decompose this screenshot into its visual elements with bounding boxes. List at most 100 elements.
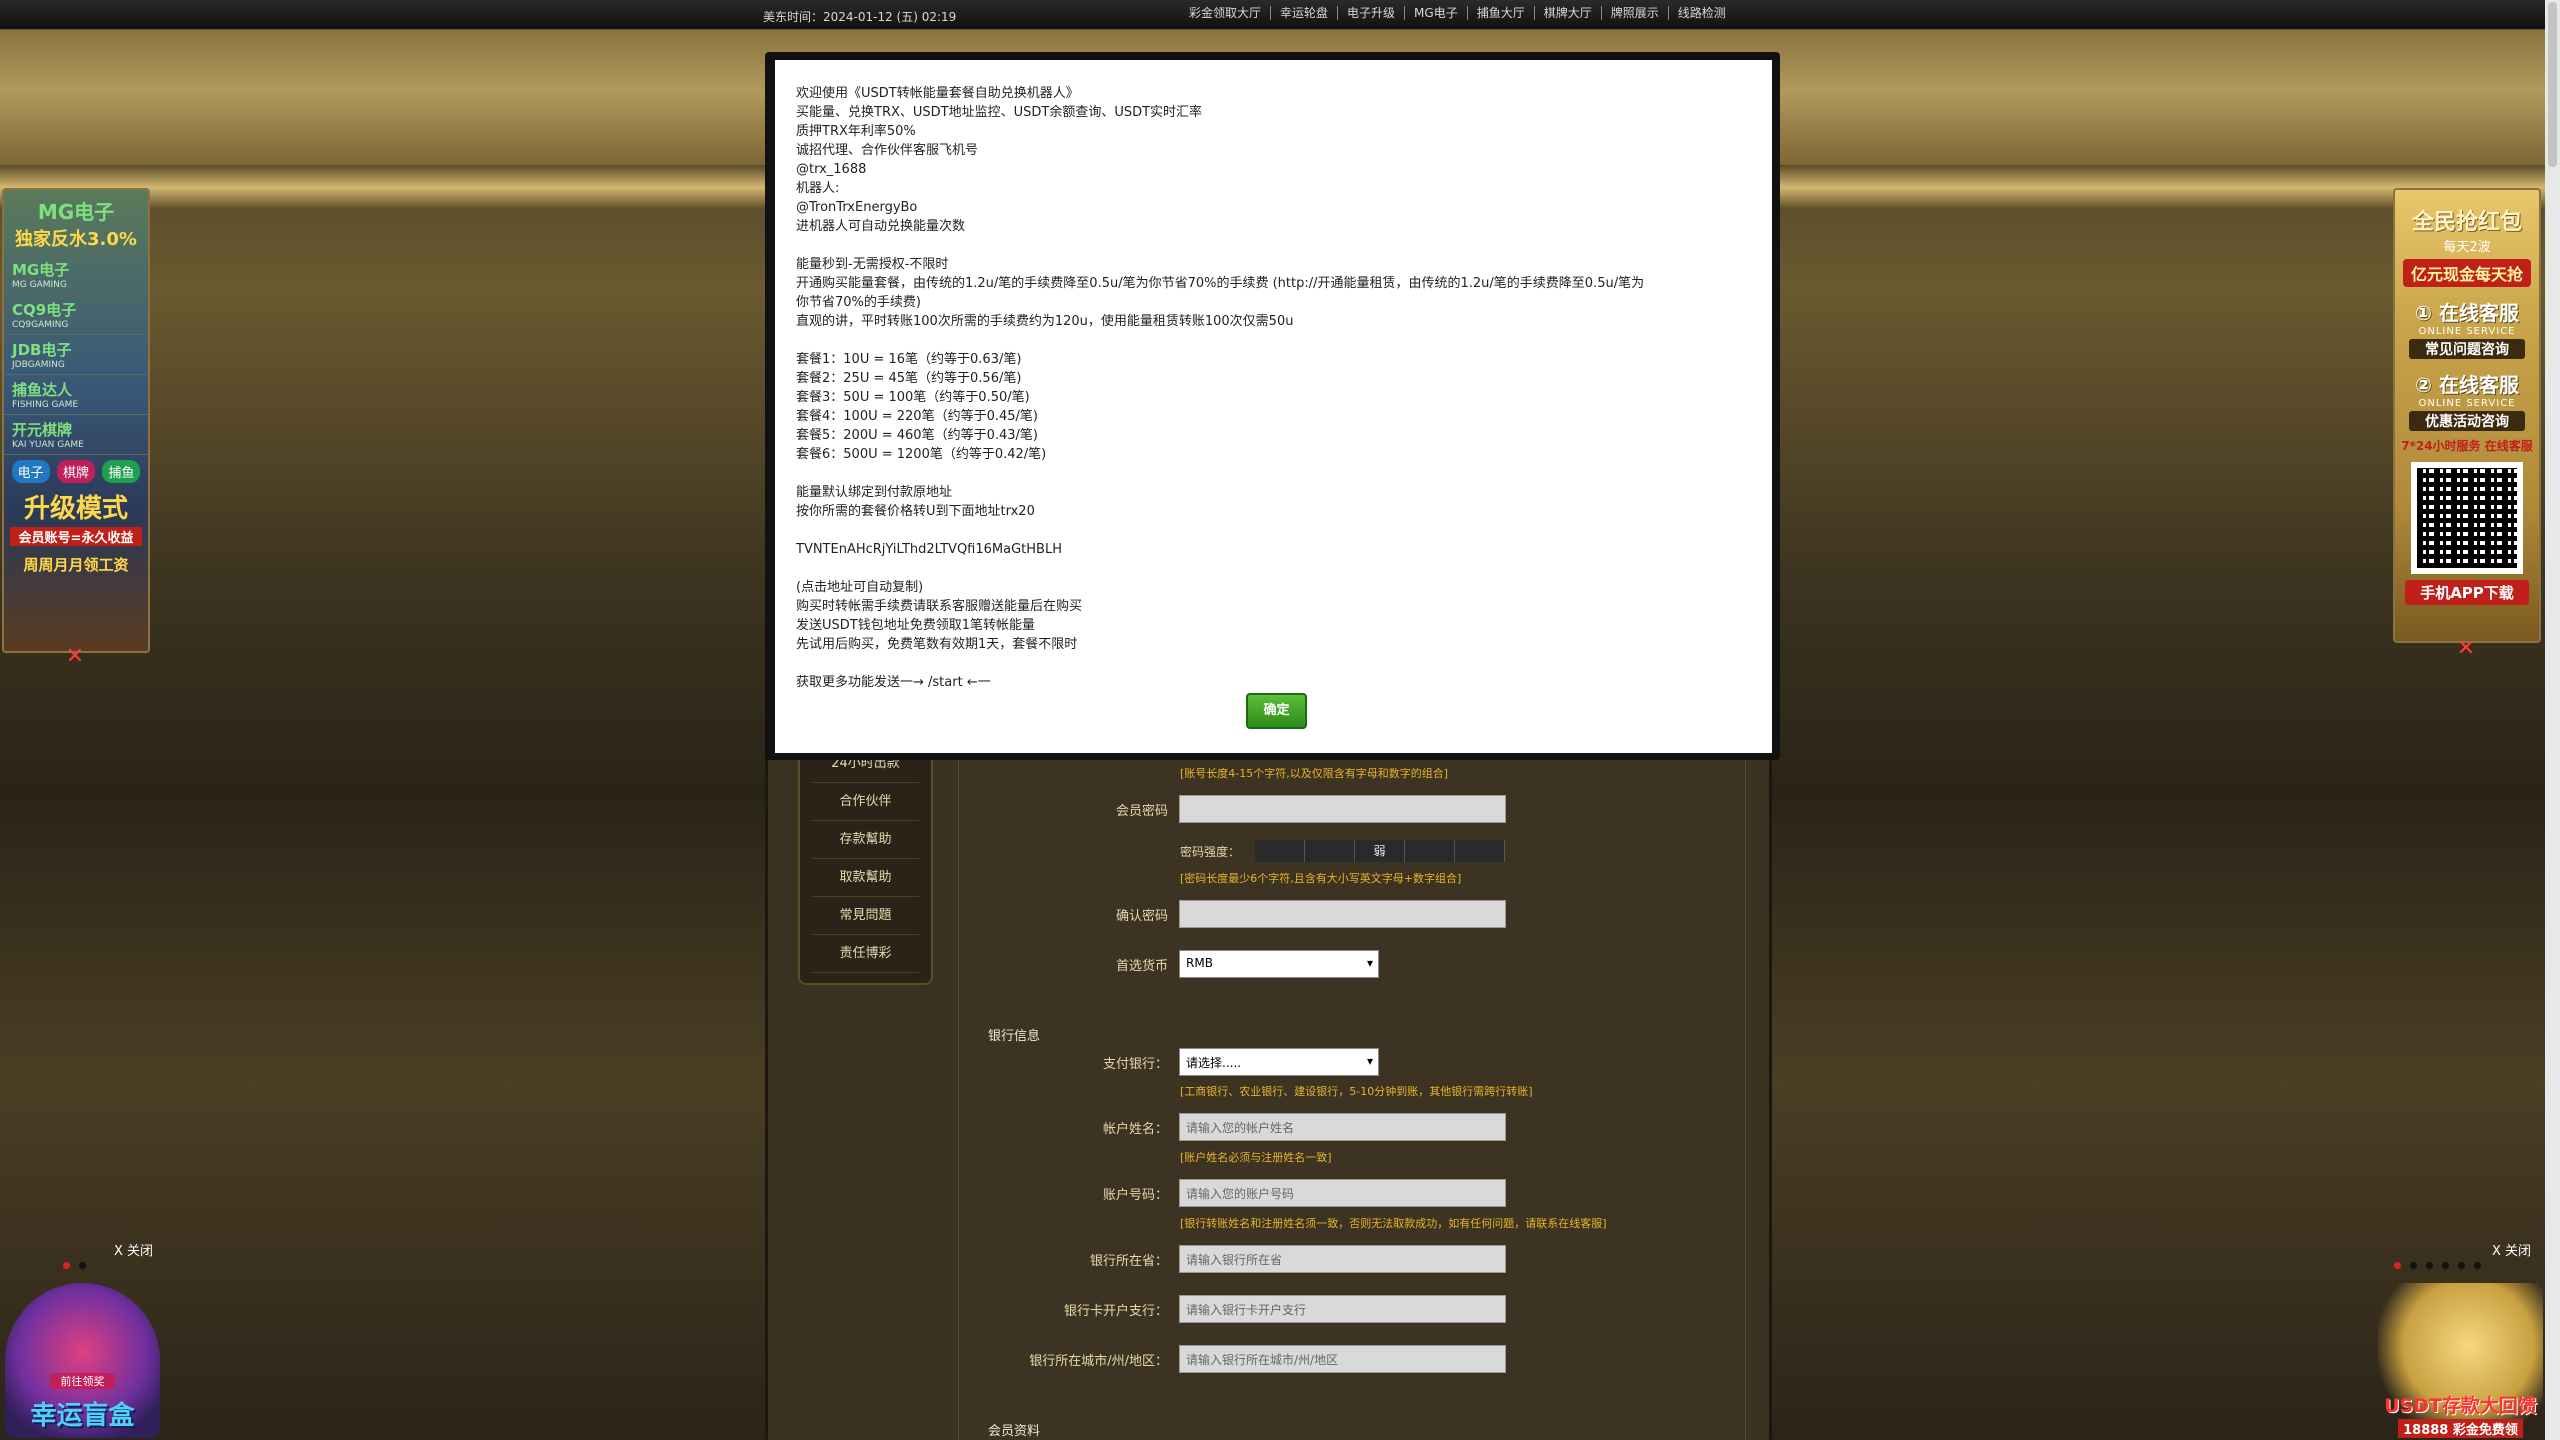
dialog-line: [796, 464, 1752, 483]
confirm-button[interactable]: 确定: [1246, 693, 1307, 729]
forever-income: 会员账号=永久收益: [10, 527, 142, 546]
dialog-line: 套餐3：50U = 100笔（约等于0.50/笔): [796, 390, 1030, 405]
top-nav-link[interactable]: MG电子: [1405, 6, 1468, 20]
dialog-line: 直观的讲，平时转账100次所需的手续费约为120u，使用能量租赁转账100次仅需…: [796, 314, 1294, 329]
account-number-field[interactable]: 请输入您的账户号码: [1179, 1179, 1506, 1207]
lucky-box-ad[interactable]: 前往领奖 幸运盲盒: [5, 1283, 160, 1438]
holder-label: 帐户姓名：: [1102, 1122, 1168, 1137]
top-nav-link[interactable]: 幸运轮盘: [1271, 6, 1339, 20]
dialog-line: [796, 331, 1752, 350]
dialog-line: 能量秒到-无需授权-不限时: [796, 257, 949, 272]
online-service-1[interactable]: ① 在线客服: [2395, 297, 2539, 326]
top-nav-link[interactable]: 线路检测: [1669, 6, 1735, 20]
dialog-line: 你节省70%的手续费): [796, 295, 921, 310]
dialog-line: 质押TRX年利率50%: [796, 124, 916, 139]
top-nav-link[interactable]: 棋牌大厅: [1535, 6, 1602, 20]
dialog-line: 套餐1：10U = 16笔（约等于0.63/笔): [796, 352, 1022, 367]
red-packet-sub: 每天2波: [2443, 240, 2491, 255]
confirm-password-label: 确认密码: [1115, 909, 1168, 924]
currency-select[interactable]: RMB: [1179, 950, 1379, 978]
float-left-game[interactable]: 捕鱼达人 FISHING GAME: [4, 375, 148, 415]
dialog-line: @TronTrxEnergyBo: [796, 200, 918, 215]
promo-consult[interactable]: 优惠活动咨询: [2409, 411, 2525, 431]
online-service-en: ONLINE SERVICE: [2418, 326, 2516, 337]
top-nav-link[interactable]: 电子升级: [1338, 6, 1406, 20]
menu-item-faq[interactable]: 常見問題: [812, 897, 919, 935]
top-nav-link[interactable]: 牌照展示: [1602, 6, 1669, 20]
dialog-line: 开通购买能量套餐，由传统的1.2u/笔的手续费降至0.5u/笔为你节省70%的手…: [796, 276, 1645, 291]
branch-field[interactable]: 请输入银行卡开户支行: [1179, 1295, 1506, 1323]
left-ad-pager[interactable]: [63, 1262, 86, 1269]
password-strength-meter: 弱: [1255, 840, 1505, 862]
province-label: 银行所在省：: [1089, 1254, 1168, 1269]
menu-item-partners[interactable]: 合作伙伴: [812, 783, 919, 821]
dialog-line: 购买时转帐需手续费请联系客服赠送能量后在购买: [796, 599, 1083, 614]
usdt-deposit-ad[interactable]: USDT存款大回馈 18888 彩金免费领: [2378, 1283, 2543, 1440]
menu-item-deposit-help[interactable]: 存款幫助: [812, 821, 919, 859]
bank-label: 支付银行：: [1102, 1057, 1168, 1072]
password-field[interactable]: [1179, 795, 1506, 823]
app-qr-code: [2411, 462, 2523, 574]
close-left-ad[interactable]: X 关闭: [114, 1240, 153, 1259]
dialog-line: [796, 559, 1752, 578]
province-field[interactable]: 请输入银行所在省: [1179, 1245, 1506, 1273]
lucky-box-button[interactable]: 前往领奖: [50, 1373, 115, 1389]
faq-consult[interactable]: 常见问题咨询: [2409, 339, 2525, 359]
float-left-game[interactable]: 开元棋牌 KAI YUAN GAME: [4, 415, 148, 455]
menu-item-withdraw-help[interactable]: 取款幫助: [812, 859, 919, 897]
red-packet-banner[interactable]: 亿元现金每天抢: [2403, 259, 2531, 287]
top-nav-link[interactable]: 捕鱼大厅: [1468, 6, 1535, 20]
registration-form: [958, 720, 1746, 1440]
currency-label: 首选货币: [1115, 959, 1168, 974]
right-ad-pager[interactable]: [2394, 1262, 2481, 1269]
city-field[interactable]: 请输入银行所在城市/州/地区: [1179, 1345, 1506, 1373]
page-scrollbar[interactable]: [2545, 0, 2560, 1440]
app-download-button[interactable]: 手机APP下载: [2405, 580, 2529, 605]
weekly-salary: 周周月月领工资: [23, 556, 129, 574]
confirm-password-field[interactable]: [1179, 900, 1506, 928]
dialog-line: 按你所需的套餐价格转U到下面地址trx20: [796, 504, 1035, 519]
account-number-hint: [银行转账姓名和注册姓名须一致，否则无法取款成功，如有任何问题，请联系在线客服]: [1180, 1217, 1607, 1230]
right-float-service[interactable]: 全民抢红包 每天2波 亿元现金每天抢 ① 在线客服 ONLINE SERVICE…: [2393, 188, 2541, 643]
strength-value: 弱: [1355, 840, 1405, 862]
dialog-line: 进机器人可自动兑换能量次数: [796, 219, 966, 234]
dialog-line: 欢迎使用《USDT转帐能量套餐自助兑换机器人》: [796, 86, 1079, 101]
menu-item-responsible-gaming[interactable]: 责任博彩: [812, 935, 919, 973]
dialog-line: 套餐6：500U = 1200笔（约等于0.42/笔): [796, 447, 1047, 462]
lucky-box-title: 幸运盲盒: [30, 1401, 135, 1431]
float-left-game[interactable]: CQ9电子 CQ9GAMING: [4, 295, 148, 335]
float-left-subtitle: 独家反水3.0%: [4, 225, 148, 255]
top-nav: 彩金领取大厅 幸运轮盘 电子升级 MG电子 捕鱼大厅 棋牌大厅 牌照展示 线路检…: [1180, 6, 1735, 20]
holder-name-field[interactable]: 请输入您的帐户姓名: [1179, 1113, 1506, 1141]
online-service-2[interactable]: ② 在线客服: [2395, 369, 2539, 398]
account-hint: [账号长度4-15个字符,以及仅限含有字母和数字的组合]: [1180, 767, 1449, 780]
usdt-ad-title: USDT存款大回馈: [2384, 1395, 2537, 1417]
dialog-line: 先试用后购买，免费笔数有效期1天，套餐不限时: [796, 637, 1078, 652]
dialog-line: 机器人:: [796, 181, 840, 196]
scrollbar-thumb[interactable]: [2548, 2, 2557, 167]
close-icon[interactable]: ✕: [2452, 638, 2480, 660]
close-icon[interactable]: ✕: [61, 646, 89, 668]
bank-select[interactable]: 请选择.....: [1179, 1048, 1379, 1076]
password-label: 会员密码: [1115, 804, 1168, 819]
tag-electronic[interactable]: 电子: [11, 460, 50, 483]
top-nav-link[interactable]: 彩金领取大厅: [1180, 6, 1272, 20]
holder-hint: [账户姓名必须与注册姓名一致]: [1180, 1151, 1332, 1164]
dialog-line: [796, 654, 1752, 673]
tag-fishing[interactable]: 捕鱼: [102, 460, 141, 483]
left-float-ad[interactable]: MG电子 独家反水3.0% MG电子 MG GAMING CQ9电子 CQ9GAMI…: [2, 188, 150, 653]
close-right-ad[interactable]: X 关闭: [2492, 1240, 2531, 1259]
float-left-game[interactable]: JDB电子 JDBGAMING: [4, 335, 148, 375]
bank-value: 请选择.....: [1186, 1056, 1242, 1070]
bank-section-title: 银行信息: [988, 1029, 1041, 1044]
dialog-line: [796, 236, 1752, 255]
dialog-line: 套餐4：100U = 220笔（约等于0.45/笔): [796, 409, 1038, 424]
usdt-ad-sub: 18888 彩金免费领: [2398, 1419, 2523, 1438]
eastern-time: 美东时间：2024-01-12 (五) 02:19: [763, 10, 957, 24]
dialog-line: 能量默认绑定到付款原地址: [796, 485, 953, 500]
float-left-game[interactable]: MG电子 MG GAMING: [4, 255, 148, 295]
qq-service[interactable]: 7*24小时服务 在线客服: [2395, 437, 2539, 454]
tag-chess[interactable]: 棋牌: [56, 460, 95, 483]
top-bar: 美东时间：2024-01-12 (五) 02:19 彩金领取大厅 幸运轮盘 电子…: [0, 0, 2545, 30]
dialog-line: 买能量、兑换TRX、USDT地址监控、USDT余额查询、USDT实时汇率: [796, 105, 1203, 120]
